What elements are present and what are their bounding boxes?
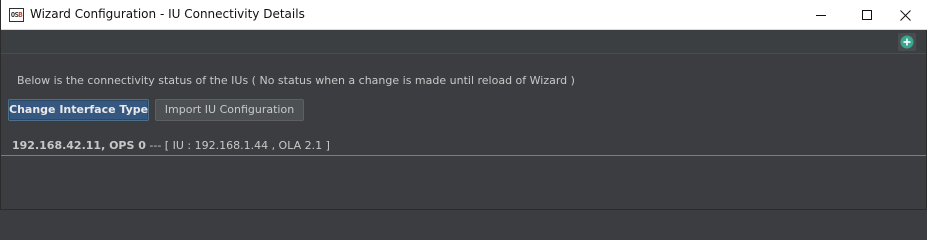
iu-status-row: 192.168.42.11, OPS 0 --- [ IU : 192.168.…	[12, 139, 330, 152]
add-button[interactable]	[898, 33, 916, 51]
plus-circle-icon	[900, 35, 914, 49]
window-title: Wizard Configuration - IU Connectivity D…	[30, 7, 305, 21]
app-logo-icon: OSB	[9, 8, 24, 22]
host-label: 192.168.42.11, OPS 0	[12, 139, 146, 152]
change-interface-type-button[interactable]: Change Interface Type	[8, 99, 149, 121]
minimize-button[interactable]	[798, 0, 844, 30]
iu-detail: --- [ IU : 192.168.1.44 , OLA 2.1 ]	[145, 139, 330, 152]
minimize-icon	[816, 15, 826, 16]
maximize-icon	[862, 10, 872, 20]
close-button[interactable]	[882, 0, 927, 30]
toolbar	[1, 30, 926, 54]
divider	[1, 155, 926, 156]
connectivity-info-text: Below is the connectivity status of the …	[17, 74, 575, 87]
wizard-window: OSB Wizard Configuration - IU Connectivi…	[0, 0, 927, 210]
title-bar[interactable]: OSB Wizard Configuration - IU Connectivi…	[1, 0, 927, 30]
import-iu-configuration-button[interactable]: Import IU Configuration	[155, 99, 304, 121]
close-icon	[900, 10, 911, 21]
